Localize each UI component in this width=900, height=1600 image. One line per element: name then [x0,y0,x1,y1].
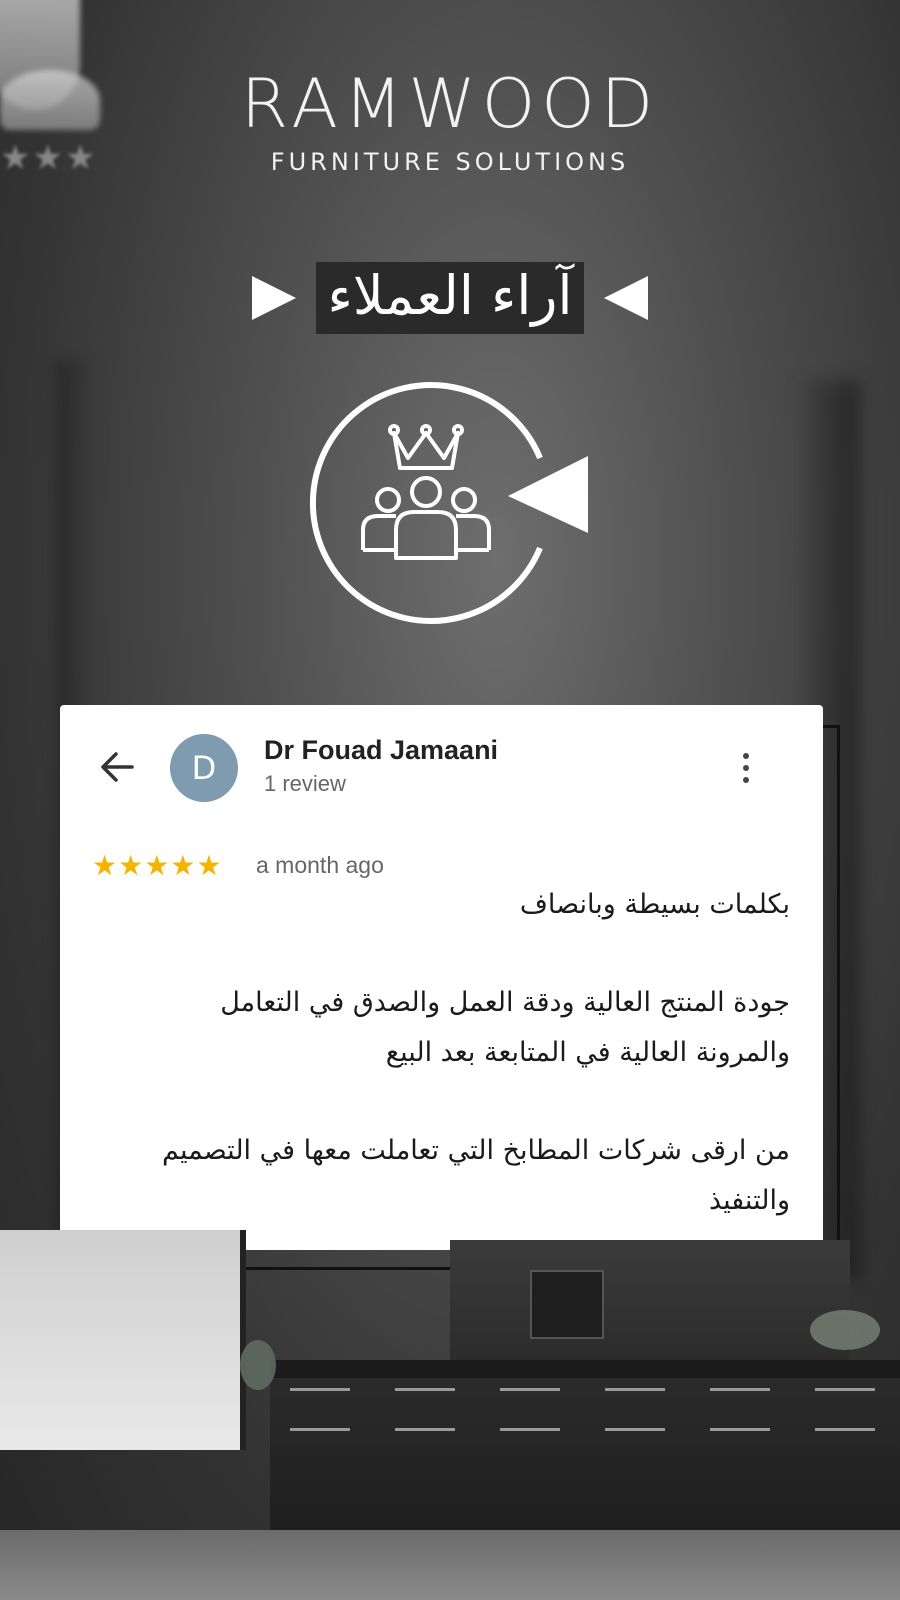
review-paragraph: من ارقى شركات المطابخ التي تعاملت معها ف… [162,1135,790,1216]
brand-logo: RAMWOOD FURNITURE SOLUTIONS [0,65,900,177]
kitchen-oven [530,1270,604,1339]
reviewer-name[interactable]: Dr Fouad Jamaani [264,735,498,766]
kitchen-window [0,1230,246,1450]
review-text: بكلمات بسيطة وبانصاف جودة المنتج العالية… [130,880,790,1226]
triangle-left-icon [604,276,649,320]
kitchen-photo [0,1230,900,1600]
review-paragraph: جودة المنتج العالية ودقة العمل والصدق في… [220,987,790,1068]
triangle-right-icon [251,276,296,320]
kitchen-floor [0,1530,900,1600]
kitchen-counter [270,1360,900,1378]
section-heading: آراء العملاء [0,262,900,334]
section-title: آراء العملاء [315,262,585,334]
brand-tagline: FURNITURE SOLUTIONS [270,148,630,176]
customers-crown-icon [309,382,588,624]
review-card: D Dr Fouad Jamaani 1 review ★★★★★ a mont… [60,705,823,1250]
brand-name: RAMWOOD [240,65,660,144]
kitchen-plant [810,1310,880,1350]
avatar[interactable]: D [170,734,238,802]
kitchen-plant [240,1340,276,1390]
kitchen-wall-unit [450,1240,850,1360]
kitchen-base-cabinets [270,1378,900,1548]
arrow-left-icon[interactable] [96,745,140,789]
more-vertical-icon[interactable] [740,753,752,789]
review-paragraph: بكلمات بسيطة وبانصاف [519,889,790,920]
rating-stars: ★★★★★ [92,849,223,882]
review-count: 1 review [264,771,346,796]
review-time: a month ago [256,852,384,878]
